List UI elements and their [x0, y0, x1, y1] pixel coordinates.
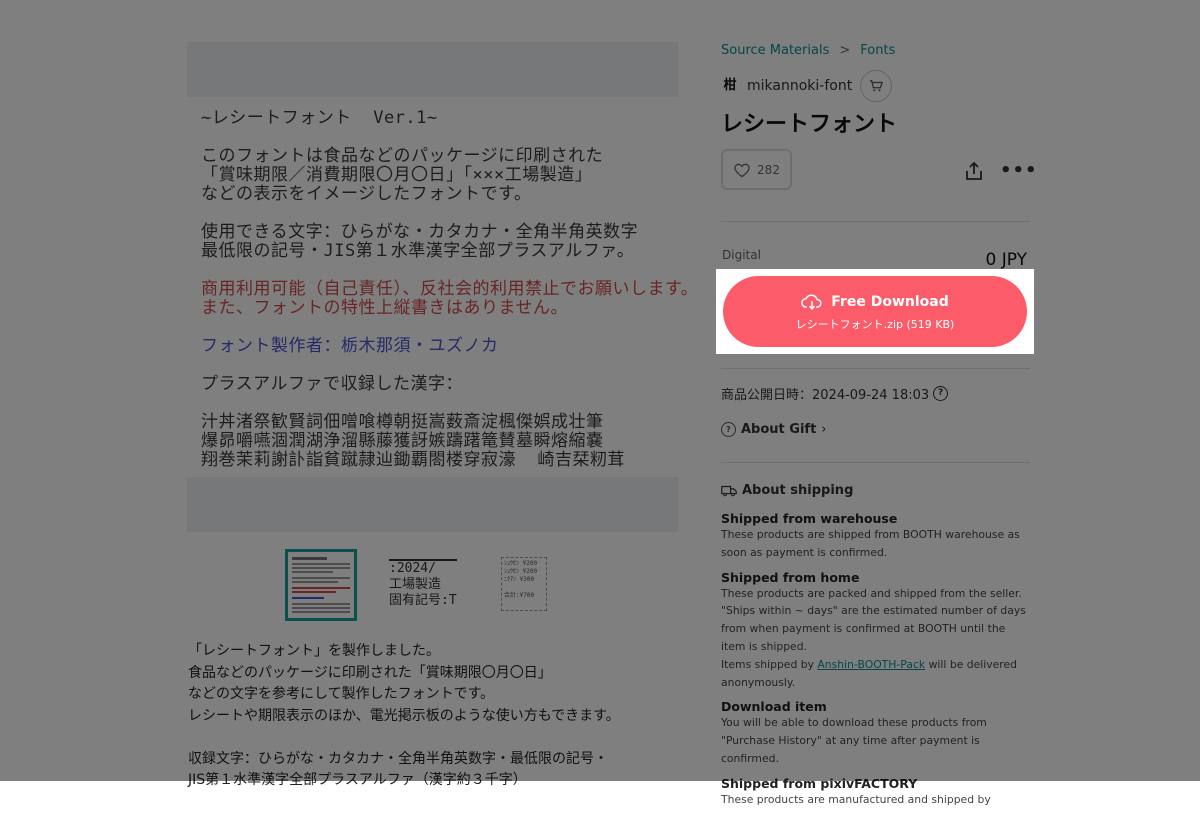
divider: [721, 462, 1030, 463]
receipt-line-intro: このフォントは食品などのパッケージに印刷された 「賞味期限／消費期限〇月〇日」「…: [201, 146, 604, 204]
thumbnail-strip: :2024/ 工場製造 固有記号:T ｼｮｳｾﾝ ¥200 ｼｮｳｾﾝ ¥200…: [285, 549, 561, 621]
shipping-method-desc: These products are manufactured and ship…: [721, 792, 991, 806]
download-highlight: Free Download レシートフォント.zip (519 KB): [716, 269, 1034, 354]
product-image-viewer[interactable]: ~レシートフォント Ver.1~ このフォントは食品などのパッケージに印刷された…: [187, 42, 699, 532]
shipping-method-title: Shipped from warehouse: [721, 511, 898, 526]
receipt-line-extra-heading: プラスアルファで収録した漢字：: [201, 374, 463, 394]
about-shipping-label: About shipping: [742, 483, 854, 498]
image-band-bottom: [187, 477, 678, 532]
chevron-right-icon: ›: [821, 422, 827, 437]
about-gift-label: About Gift: [741, 422, 817, 437]
publish-date: 商品公開日時：2024-09-24 18:03 ?: [721, 384, 949, 403]
product-description: 「レシートフォント」を製作しました。 食品などのパッケージに印刷された「賞味期限…: [188, 641, 668, 792]
shipping-method: Download item You will be able to downlo…: [721, 699, 1033, 767]
description-line: 食品などのパッケージに印刷された「賞味期限〇月〇日」: [188, 664, 552, 681]
shop-logo[interactable]: 柑: [721, 77, 739, 95]
receipt-line-title: ~レシートフォント Ver.1~: [201, 108, 438, 128]
description-line: などの文字を参考にして製作したフォントです。: [188, 686, 495, 702]
shipping-method-title: Shipped from home: [721, 569, 860, 585]
image-band-top: [187, 42, 678, 97]
divider: [721, 368, 1030, 369]
like-count: 282: [757, 162, 780, 177]
publish-date-text: 商品公開日時：2024-09-24 18:03: [721, 388, 930, 403]
about-shipping-heading: About shipping: [721, 483, 853, 498]
product-title: レシートフォント: [721, 112, 898, 137]
cart-icon: [870, 80, 884, 92]
heart-icon: [734, 163, 750, 177]
product-main-image: ~レシートフォント Ver.1~ このフォントは食品などのパッケージに印刷された…: [187, 97, 699, 477]
thumbnail-2[interactable]: :2024/ 工場製造 固有記号:T: [387, 549, 459, 621]
truck-icon: [721, 485, 737, 497]
product-price: 0 JPY: [985, 250, 1028, 270]
share-icon[interactable]: [963, 160, 985, 182]
breadcrumb: Source Materials > Fonts: [721, 43, 895, 58]
help-icon[interactable]: ?: [933, 386, 949, 401]
shipping-method-desc: These products are packed and shipped fr…: [721, 586, 1026, 653]
question-icon: ?: [721, 422, 736, 437]
description-line: 収録文字：ひらがな・カタカナ・全角半角英数字・最低限の記号・: [188, 750, 608, 767]
shipping-method-desc: You will be able to download these produ…: [721, 716, 987, 765]
receipt-line-license: 商用利用可能（自己責任）、反社会的利用禁止でお願いします。 また、フォントの特性…: [201, 279, 699, 318]
thumbnail-3[interactable]: ｼｮｳｾﾝ ¥200 ｼｮｳｾﾝ ¥200 ﾆｸﾏﾝ ¥300 合計:¥700: [489, 549, 561, 621]
receipt-line-author: フォント製作者：栃木那須・ユズノカ: [201, 336, 499, 356]
shipping-method-title: Download item: [721, 699, 827, 715]
receipt-line-kanji: 汁丼渚祭歓賢詞佃噌喰樽朝挺嵩薮斎淀楓傑娯成壮筆 爆昴嚼嚥涸潤湖浄溜縣藤獲訝嫉躊躇…: [201, 412, 625, 470]
shipping-text: Items shipped by: [721, 657, 818, 671]
product-type-label: Digital: [722, 248, 761, 262]
shipping-method: Shipped from warehouse These products ar…: [721, 511, 1033, 562]
shop-info: 柑 mikannoki-font: [721, 70, 893, 102]
shipping-info-list: Shipped from warehouse These products ar…: [721, 511, 1033, 817]
cloud-download-icon: [801, 294, 822, 310]
description-line: 「レシートフォント」を製作しました。: [188, 643, 440, 659]
breadcrumb-separator: >: [839, 43, 851, 58]
description-line: レシートや期限表示のほか、電光掲示板のような使い方もできます。: [188, 707, 620, 724]
shop-name[interactable]: mikannoki-font: [747, 78, 852, 94]
receipt-line-chars: 使用できる文字：ひらがな・カタカナ・全角半角英数字 最低限の記号・JIS第１水準…: [201, 222, 639, 261]
shipping-method-title: Shipped from pixivFACTORY: [721, 775, 918, 791]
download-file-info: レシートフォント.zip (519 KB): [795, 318, 955, 331]
page: ~レシートフォント Ver.1~ このフォントは食品などのパッケージに印刷された…: [0, 0, 1200, 806]
download-label: Free Download: [831, 294, 949, 310]
about-gift-link[interactable]: ? About Gift ›: [721, 422, 827, 437]
anshin-booth-pack-link[interactable]: Anshin-BOOTH-Pack: [817, 658, 925, 671]
more-options-icon[interactable]: •••: [1000, 160, 1038, 181]
thumbnail-1[interactable]: [285, 549, 357, 621]
thumbnail-2-text: :2024/ 工場製造 固有記号:T: [389, 559, 457, 608]
thumbnail-1-preview: [292, 557, 350, 613]
shipping-method-desc-2: Items shipped by Anshin-BOOTH-Pack will …: [721, 656, 1033, 692]
shop-cart-button[interactable]: [860, 70, 893, 102]
shipping-method-desc: These products are shipped from BOOTH wa…: [721, 528, 1020, 559]
breadcrumb-fonts[interactable]: Fonts: [860, 43, 895, 58]
breadcrumb-source-materials[interactable]: Source Materials: [721, 43, 829, 58]
divider: [721, 221, 1030, 222]
shipping-method: Shipped from home These products are pac…: [721, 570, 1033, 692]
free-download-button[interactable]: Free Download レシートフォント.zip (519 KB): [723, 276, 1027, 347]
like-button[interactable]: 282: [721, 149, 792, 190]
thumbnail-3-text: ｼｮｳｾﾝ ¥200 ｼｮｳｾﾝ ¥200 ﾆｸﾏﾝ ¥300 合計:¥700: [501, 557, 547, 611]
